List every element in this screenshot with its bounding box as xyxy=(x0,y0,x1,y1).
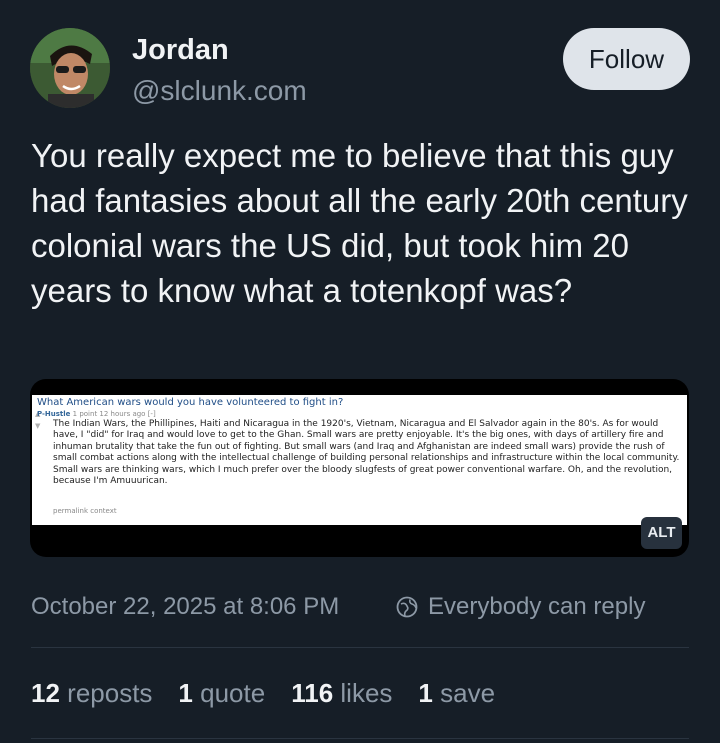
alt-badge[interactable]: ALT xyxy=(641,517,682,549)
reposts-count: 12 xyxy=(31,678,60,708)
embedded-image[interactable]: What American wars would you have volunt… xyxy=(30,379,689,557)
quotes-count: 1 xyxy=(178,678,193,708)
saves-label: save xyxy=(440,678,496,708)
screenshot-meta: P-Hustle 1 point 12 hours ago [-] xyxy=(37,410,156,418)
likes-label: likes xyxy=(340,678,393,708)
avatar[interactable] xyxy=(30,28,110,108)
embedded-screenshot: What American wars would you have volunt… xyxy=(32,395,687,525)
quotes-stat[interactable]: 1 quote xyxy=(178,678,265,708)
quotes-label: quote xyxy=(200,678,266,708)
screenshot-meta-text: 1 point 12 hours ago [-] xyxy=(72,410,156,418)
follow-button[interactable]: Follow xyxy=(563,28,690,90)
screenshot-user: P-Hustle xyxy=(37,410,71,418)
post-stats: 12 reposts 1 quote 116 likes 1 save xyxy=(31,674,521,712)
screenshot-body: The Indian Wars, the Phillipines, Haiti … xyxy=(53,419,680,487)
likes-stat[interactable]: 116 likes xyxy=(291,678,392,708)
post-text: You really expect me to believe that thi… xyxy=(31,137,688,309)
reposts-stat[interactable]: 12 reposts xyxy=(31,678,152,708)
saves-count: 1 xyxy=(418,678,433,708)
post-timestamp: October 22, 2025 at 8:06 PM xyxy=(31,593,340,620)
author-handle[interactable]: @slclunk.com xyxy=(132,74,307,108)
author-name[interactable]: Jordan xyxy=(132,32,229,68)
divider xyxy=(31,738,689,739)
saves-stat[interactable]: 1 save xyxy=(418,678,495,708)
divider xyxy=(31,647,689,648)
reply-setting[interactable]: Everybody can reply xyxy=(396,590,645,624)
reposts-label: reposts xyxy=(67,678,153,708)
avatar-image xyxy=(30,28,110,108)
likes-count: 116 xyxy=(291,678,334,708)
screenshot-question: What American wars would you have volunt… xyxy=(37,397,344,408)
screenshot-links: permalink context xyxy=(53,507,117,515)
reply-setting-label: Everybody can reply xyxy=(428,593,646,620)
